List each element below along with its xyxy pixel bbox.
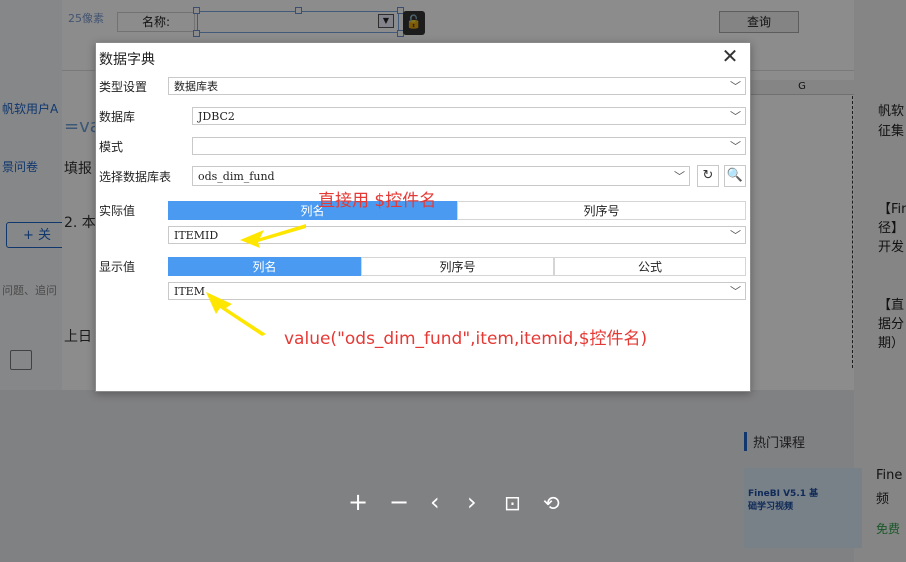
type-label: 类型设置: [99, 80, 148, 94]
previous-icon[interactable]: ‹: [430, 488, 440, 516]
actual-tab-column-index[interactable]: 列序号: [457, 201, 746, 220]
arrow-icon: [240, 224, 306, 248]
display-tab-formula[interactable]: 公式: [554, 257, 746, 276]
rotate-icon[interactable]: ⟲: [543, 491, 560, 515]
refresh-icon[interactable]: ↻: [697, 165, 719, 187]
next-icon[interactable]: ›: [467, 488, 477, 516]
table-label: 选择数据库表: [99, 170, 172, 184]
actual-value: ITEMID: [174, 229, 219, 242]
chevron-down-icon: ﹀: [730, 229, 741, 242]
schema-select[interactable]: ﹀: [192, 137, 746, 155]
annotation-direct-use: 直接用 $控件名: [318, 191, 437, 211]
fit-screen-icon[interactable]: ⊡: [504, 491, 521, 515]
close-icon[interactable]: ✕: [720, 46, 740, 66]
display-value-label: 显示值: [99, 260, 136, 274]
display-value: ITEM: [174, 285, 205, 298]
dialog-title: 数据字典: [99, 52, 155, 68]
type-select[interactable]: 数据库表 ﹀: [168, 77, 746, 95]
schema-label: 模式: [99, 140, 124, 154]
actual-value-label: 实际值: [99, 204, 136, 218]
table-value: ods_dim_fund: [198, 170, 275, 183]
database-label: 数据库: [99, 110, 136, 124]
chevron-down-icon: ﹀: [730, 80, 741, 93]
zoom-in-icon[interactable]: +: [348, 488, 368, 516]
zoom-out-icon[interactable]: −: [389, 488, 409, 516]
database-select[interactable]: JDBC2 ﹀: [192, 107, 746, 125]
arrow-icon: [206, 292, 266, 336]
display-tab-column-index[interactable]: 列序号: [361, 257, 554, 276]
database-value: JDBC2: [198, 110, 235, 123]
annotation-value-formula: value("ods_dim_fund",item,itemid,$控件名): [284, 329, 648, 349]
preview-icon[interactable]: 🔍: [724, 165, 746, 187]
display-tab-column-name[interactable]: 列名: [168, 257, 361, 276]
type-value: 数据库表: [174, 80, 218, 93]
chevron-down-icon: ﹀: [674, 170, 685, 183]
chevron-down-icon: ﹀: [730, 140, 741, 153]
table-select[interactable]: ods_dim_fund ﹀: [192, 166, 690, 186]
chevron-down-icon: ﹀: [730, 110, 741, 123]
chevron-down-icon: ﹀: [730, 285, 741, 298]
